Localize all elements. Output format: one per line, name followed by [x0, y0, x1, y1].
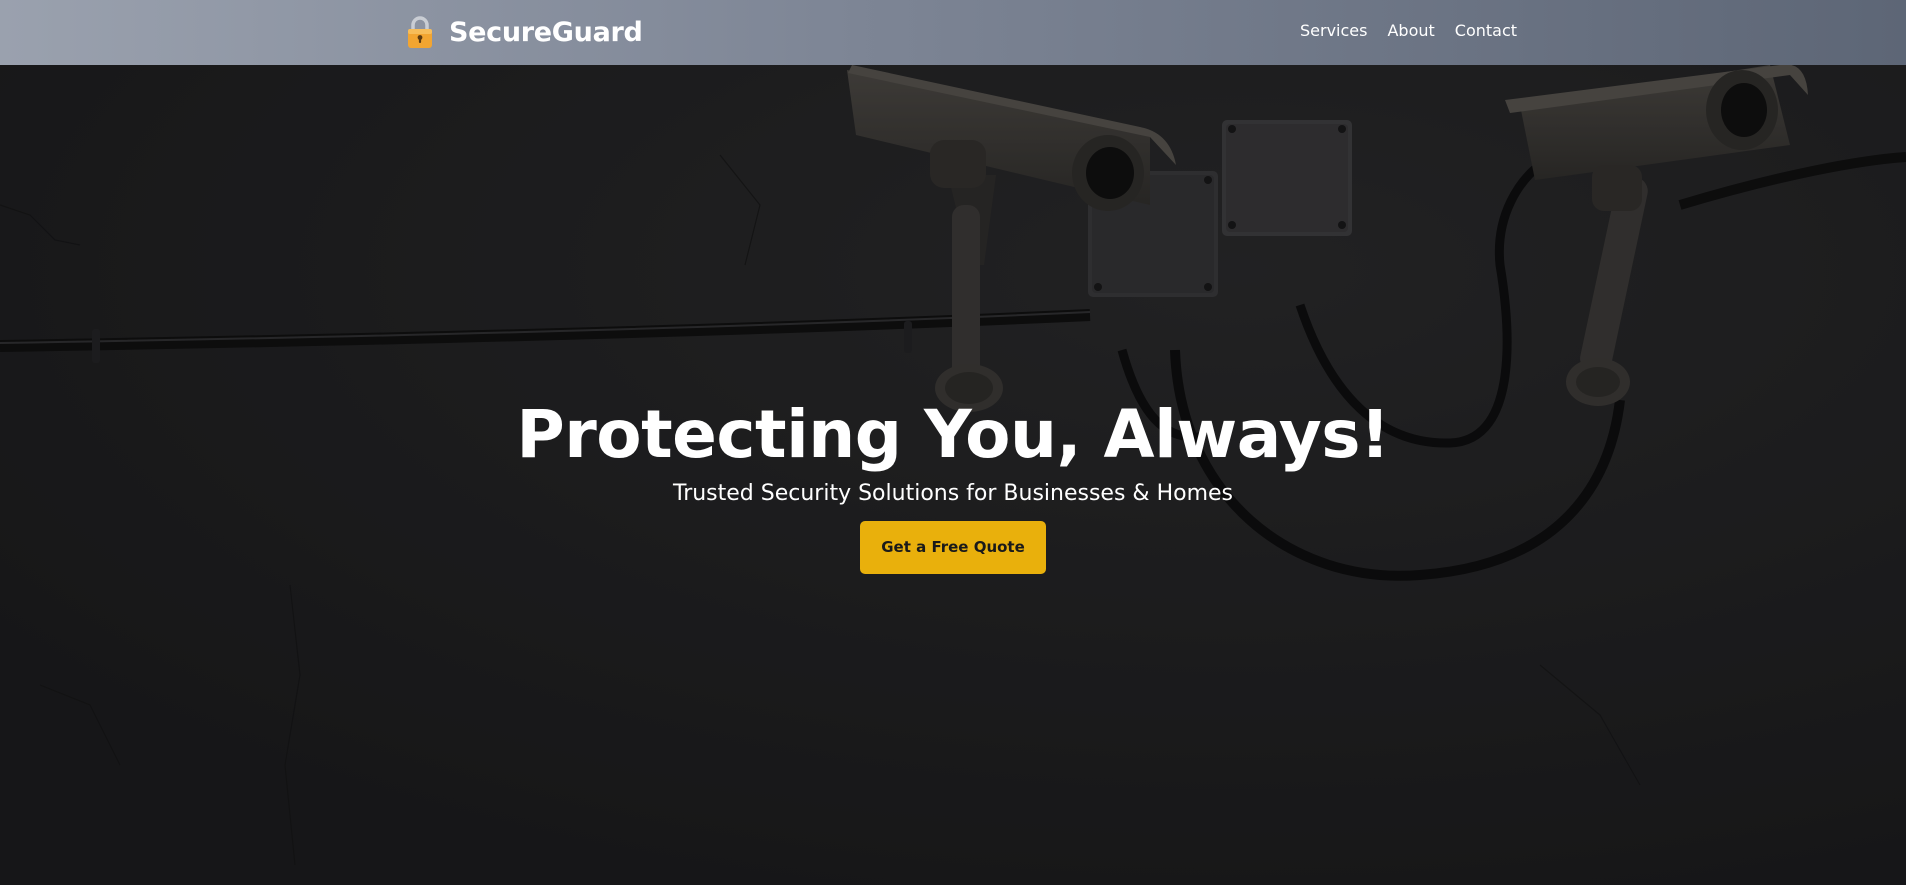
hero-subtitle: Trusted Security Solutions for Businesse… — [672, 481, 1233, 506]
main-nav: Services About Contact — [1300, 20, 1517, 42]
site-header: SecureGuard Services About Contact — [0, 0, 1906, 65]
nav-link-about[interactable]: About — [1387, 20, 1434, 42]
nav-link-contact[interactable]: Contact — [1455, 20, 1517, 42]
padlock-icon — [408, 16, 432, 48]
hero-title: Protecting You, Always! — [516, 396, 1390, 473]
hero-section: Protecting You, Always! Trusted Security… — [0, 65, 1906, 885]
nav-link-services[interactable]: Services — [1300, 20, 1367, 42]
brand-name: SecureGuard — [449, 16, 643, 48]
hero-content: Protecting You, Always! Trusted Security… — [0, 395, 1906, 574]
logo[interactable]: SecureGuard — [405, 14, 643, 50]
get-free-quote-button[interactable]: Get a Free Quote — [860, 521, 1046, 574]
